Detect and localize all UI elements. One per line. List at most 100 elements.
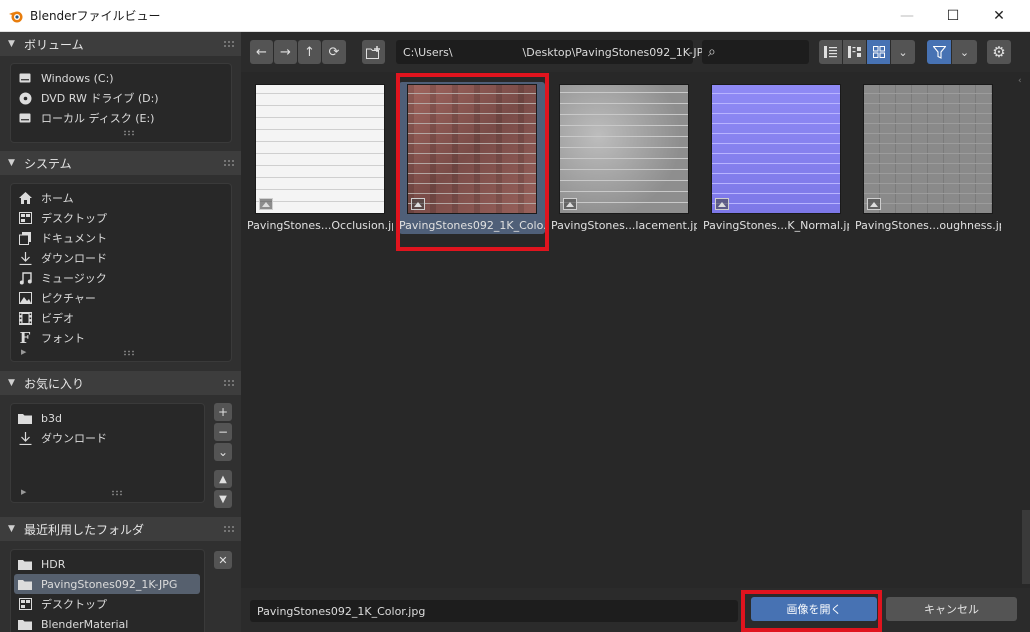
sidebar-item-dvd-d[interactable]: DVD RW ドライブ (D:) [17, 88, 159, 108]
home-icon [17, 190, 33, 206]
file-browser-main: ← → ↑ ⟳ C:\Users\ \Desktop\PavingStones0… [241, 32, 1030, 632]
expand-triangle-icon[interactable]: ▶ [21, 488, 26, 496]
drive-icon [17, 70, 33, 86]
sidebar-item-local-e[interactable]: ローカル ディスク (E:) [17, 108, 154, 128]
title-bar: Blenderファイルビュー [0, 0, 1030, 32]
file-thumbnail [711, 84, 841, 214]
sidebar-item-recent-desktop[interactable]: デスクトップ [17, 594, 107, 614]
drag-grip-icon[interactable] [223, 525, 235, 533]
selected-file-highlight [396, 73, 549, 251]
volumes-list: Windows (C:) DVD RW ドライブ (D:) ローカル ディスク … [10, 63, 232, 143]
file-thumbnail [255, 84, 385, 214]
file-item-normal[interactable]: PavingStones...K_Normal.jpg [703, 82, 849, 234]
parent-directory-button[interactable]: ↑ [298, 40, 321, 64]
open-button-highlight [741, 590, 882, 632]
download-icon [17, 430, 33, 446]
sidebar-item-hdr[interactable]: HDR [17, 554, 65, 574]
recent-header-label: 最近利用したフォルダ [24, 522, 145, 537]
file-name: PavingStones...lacement.jpg [551, 219, 697, 232]
resize-grip-icon[interactable] [123, 130, 135, 136]
filter-options-dropdown[interactable]: ⌄ [952, 40, 977, 64]
scrollbar[interactable] [1022, 510, 1030, 584]
desktop-icon [17, 210, 33, 226]
drive-icon [17, 110, 33, 126]
resize-grip-icon[interactable] [111, 490, 123, 496]
recent-list: HDR PavingStones092_1K-JPG デスクトップ Blende… [10, 549, 205, 632]
search-input[interactable]: ⌕ [702, 40, 809, 64]
move-down-button[interactable]: ▼ [214, 490, 232, 508]
image-type-icon [259, 198, 273, 210]
folder-icon [17, 556, 33, 572]
chevron-down-icon: ⌄ [959, 45, 970, 59]
refresh-button[interactable]: ⟳ [322, 40, 346, 64]
directory-path-input[interactable]: C:\Users\ \Desktop\PavingStones092_1K-JP… [396, 40, 715, 64]
file-name: PavingStones...Occlusion.jpg [247, 219, 393, 232]
drag-grip-icon[interactable] [223, 379, 235, 387]
file-name: PavingStones...oughness.jpg [855, 219, 1001, 232]
maximize-button[interactable]: ☐ [930, 0, 976, 32]
file-name: PavingStones...K_Normal.jpg [703, 219, 849, 232]
resize-grip-icon[interactable] [123, 350, 135, 356]
system-panel-header[interactable]: ▼ システム [0, 151, 241, 175]
recent-panel-header[interactable]: ▼ 最近利用したフォルダ [0, 517, 241, 541]
filter-toggle-button[interactable] [927, 40, 951, 64]
clear-recent-button[interactable]: ✕ [214, 551, 232, 569]
collapse-triangle-icon: ▼ [8, 158, 15, 168]
sidebar-item-documents[interactable]: ドキュメント [17, 228, 107, 248]
minimize-button[interactable]: — [884, 0, 930, 32]
region-toggle-icon[interactable]: ‹ [1018, 76, 1030, 96]
sidebar-item-b3d[interactable]: b3d [17, 408, 62, 428]
cancel-button[interactable]: キャンセル [886, 597, 1017, 621]
display-list-horizontal-button[interactable] [843, 40, 866, 64]
sidebar-item-fav-downloads[interactable]: ダウンロード [17, 428, 107, 448]
sidebar-item-windows-c[interactable]: Windows (C:) [17, 68, 114, 88]
sidebar-item-pictures[interactable]: ピクチャー [17, 288, 96, 308]
volumes-panel-header[interactable]: ▼ ボリューム [0, 32, 241, 56]
display-list-vertical-button[interactable] [819, 40, 842, 64]
sidebar-item-blendermaterial[interactable]: BlenderMaterial [17, 614, 128, 632]
file-item-ambient-occlusion[interactable]: PavingStones...Occlusion.jpg [247, 82, 393, 234]
display-options-dropdown[interactable]: ⌄ [891, 40, 915, 64]
favorites-menu-button[interactable]: ⌄ [214, 443, 232, 461]
sidebar-item-videos[interactable]: ビデオ [17, 308, 74, 328]
move-up-button[interactable]: ▲ [214, 470, 232, 488]
sidebar-item-home[interactable]: ホーム [17, 188, 74, 208]
sidebar-item-desktop[interactable]: デスクトップ [17, 208, 107, 228]
settings-button[interactable]: ⚙ [987, 40, 1011, 64]
filename-input[interactable]: PavingStones092_1K_Color.jpg [250, 600, 738, 622]
remove-favorite-button[interactable]: − [214, 423, 232, 441]
display-thumbnails-button[interactable] [867, 40, 890, 64]
file-item-displacement[interactable]: PavingStones...lacement.jpg [551, 82, 697, 234]
download-icon [17, 250, 33, 266]
list-horizontal-icon [848, 46, 861, 58]
forward-button[interactable]: → [274, 40, 297, 64]
search-icon: ⌕ [708, 44, 716, 60]
collapse-triangle-icon: ▼ [8, 39, 15, 49]
image-type-icon [563, 198, 577, 210]
system-list: ホーム デスクトップ ドキュメント ダウンロード ミュージック ピクチャー ビデ… [10, 183, 232, 362]
sidebar-item-fonts[interactable]: F フォント [17, 328, 85, 348]
file-item-roughness[interactable]: PavingStones...oughness.jpg [855, 82, 1001, 234]
volumes-header-label: ボリューム [24, 37, 84, 52]
favorites-panel-header[interactable]: ▼ お気に入り [0, 371, 241, 395]
new-folder-button[interactable] [362, 40, 385, 64]
favorites-header-label: お気に入り [24, 376, 85, 391]
sidebar-item-downloads[interactable]: ダウンロード [17, 248, 107, 268]
back-button[interactable]: ← [250, 40, 273, 64]
sidebar-item-music[interactable]: ミュージック [17, 268, 107, 288]
collapse-triangle-icon: ▼ [8, 378, 15, 388]
sidebar: ▼ ボリューム Windows (C:) DVD RW ドライブ (D:) ロー… [0, 32, 241, 632]
sidebar-item-pavingstones[interactable]: PavingStones092_1K-JPG [14, 574, 200, 594]
expand-triangle-icon[interactable]: ▶ [21, 348, 26, 356]
picture-icon [17, 290, 33, 306]
folder-icon [17, 576, 33, 592]
music-icon [17, 270, 33, 286]
filter-icon [932, 45, 946, 59]
toolbar: ← → ↑ ⟳ C:\Users\ \Desktop\PavingStones0… [241, 32, 1030, 72]
drag-grip-icon[interactable] [223, 40, 235, 48]
close-button[interactable]: ✕ [976, 0, 1022, 32]
image-type-icon [715, 198, 729, 210]
drag-grip-icon[interactable] [223, 159, 235, 167]
add-favorite-button[interactable]: + [214, 403, 232, 421]
list-vertical-icon [824, 46, 837, 58]
